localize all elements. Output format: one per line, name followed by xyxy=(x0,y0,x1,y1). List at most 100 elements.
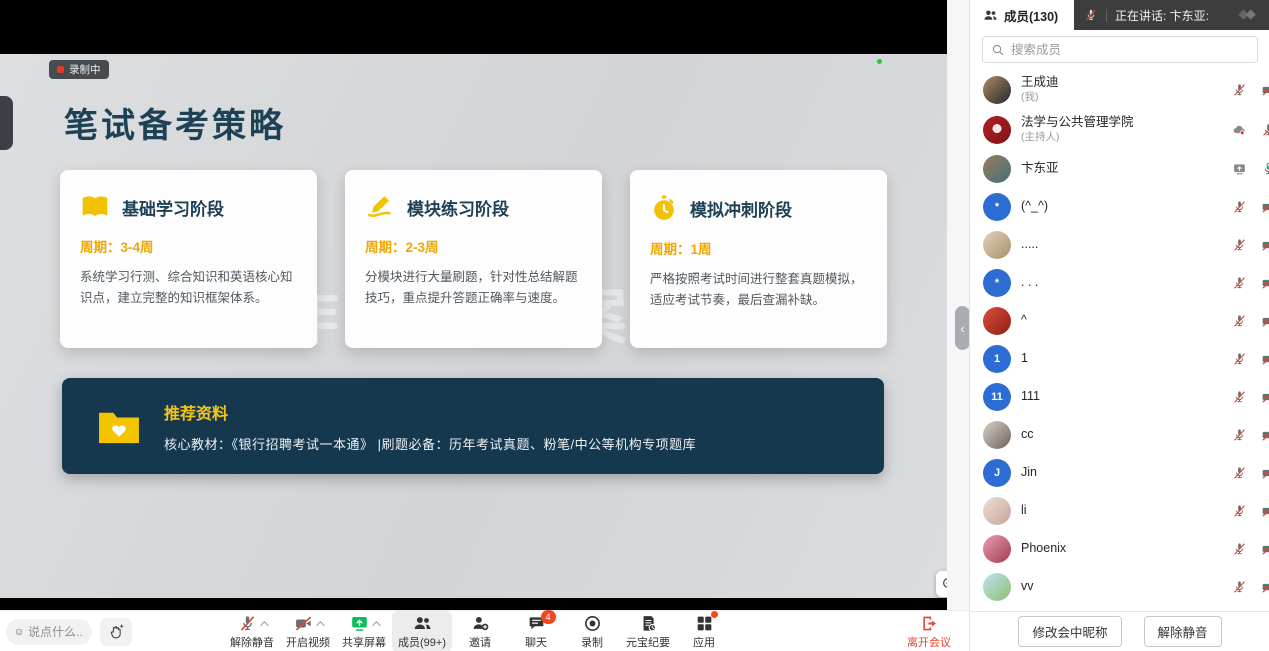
member-row[interactable]: * (^_^) xyxy=(970,188,1269,226)
avatar xyxy=(983,231,1011,259)
toolbar-item-chat[interactable]: 4聊天 xyxy=(508,611,564,651)
toolbar-item-label: 解除静音 xyxy=(230,634,274,650)
unread-badge: 4 xyxy=(541,610,556,624)
mic-muted-icon xyxy=(238,614,257,633)
mic-muted-icon xyxy=(1232,238,1247,253)
member-row[interactable]: 卞东亚 xyxy=(970,150,1269,188)
member-row[interactable]: 11111 xyxy=(970,378,1269,416)
avatar xyxy=(983,116,1011,144)
member-row[interactable]: ^ xyxy=(970,302,1269,340)
member-row[interactable]: 王成迪(我) xyxy=(970,70,1269,110)
avatar xyxy=(983,421,1011,449)
card-title: 模拟冲刺阶段 xyxy=(690,196,792,221)
avatar xyxy=(983,155,1011,183)
recommended-materials-banner: 推荐资料 核心教材：《银行招聘考试一本通》 |刷题必备：历年考试真题、粉笔/中公… xyxy=(62,378,884,474)
card-title: 基础学习阶段 xyxy=(122,195,224,220)
change-nickname-button[interactable]: 修改会中昵称 xyxy=(1018,616,1121,647)
stopwatch-icon xyxy=(650,194,678,222)
meeting-toolbar: 解除静音开启视频共享屏幕成员(99+) 邀请 4聊天录制元宝纪要应用离开会议 xyxy=(0,610,969,651)
avatar: 1 xyxy=(983,345,1011,373)
toolbar-item-screen-share[interactable]: 共享屏幕 xyxy=(336,611,392,651)
camera-muted-icon xyxy=(1261,466,1269,481)
members-icon xyxy=(413,614,432,633)
toolbar-item-label: 邀请 xyxy=(469,634,491,650)
member-row[interactable]: cc xyxy=(970,416,1269,454)
toolbar-items: 解除静音开启视频共享屏幕成员(99+) 邀请 4聊天录制元宝纪要应用离开会议 xyxy=(224,611,969,651)
message-input[interactable] xyxy=(28,625,83,639)
member-status-icons xyxy=(1232,504,1269,519)
search-icon xyxy=(991,43,1005,57)
caret-up-icon[interactable] xyxy=(316,621,324,629)
camera-muted-icon xyxy=(1261,83,1269,98)
member-name: (^_^) xyxy=(1021,199,1048,215)
toolbar-item-record[interactable]: 录制 xyxy=(564,611,620,651)
toolbar-item-invite[interactable]: 邀请 xyxy=(452,611,508,651)
caret-up-icon[interactable] xyxy=(260,621,268,629)
quick-message-box[interactable] xyxy=(6,619,92,645)
camera-muted-icon xyxy=(1261,276,1269,291)
member-name: cc xyxy=(1021,427,1034,443)
leave-icon xyxy=(920,614,939,633)
speaking-text: 正在讲话: 卞东亚: xyxy=(1115,7,1229,24)
screen-share-region: 工作服务方案 录制中 笔试备考策略 基础学习阶段 周期：3-4周 系统学习行测、… xyxy=(0,0,947,610)
people-icon xyxy=(983,8,998,23)
member-row[interactable]: JJin xyxy=(970,454,1269,492)
avatar-initial: * xyxy=(995,277,999,289)
hand-raise-icon xyxy=(108,624,125,641)
avatar-initial: 1 xyxy=(994,353,1000,365)
panel-gap: ‹ xyxy=(947,0,969,610)
apps-icon xyxy=(695,614,714,633)
caret-up-icon[interactable] xyxy=(372,621,380,629)
toolbar-item-leave[interactable]: 离开会议 xyxy=(901,611,957,651)
member-row[interactable]: ..... xyxy=(970,226,1269,264)
tab-members[interactable]: 成员(130) xyxy=(970,0,1074,30)
member-name: li xyxy=(1021,503,1027,519)
card-title: 模块练习阶段 xyxy=(407,195,509,220)
avatar: J xyxy=(983,459,1011,487)
toolbar-item-mic-muted[interactable]: 解除静音 xyxy=(224,611,280,651)
divider xyxy=(1106,9,1107,22)
green-indicator-dot xyxy=(877,59,882,64)
member-list[interactable]: 王成迪(我)法学与公共管理学院(主持人)卞东亚 * (^_^).....*. . .… xyxy=(970,70,1269,611)
member-row[interactable]: 11 xyxy=(970,340,1269,378)
toolbar-item-label: 元宝纪要 xyxy=(626,634,670,650)
cloud-record-icon xyxy=(1232,123,1247,138)
member-search-box[interactable] xyxy=(982,36,1258,63)
mic-muted-icon xyxy=(1232,580,1247,595)
smiley-icon[interactable] xyxy=(15,625,23,639)
mic-muted-icon xyxy=(1232,390,1247,405)
notes-icon xyxy=(639,614,658,633)
toolbar-item-label: 离开会议 xyxy=(907,634,951,650)
member-row[interactable]: 法学与公共管理学院(主持人) xyxy=(970,110,1269,150)
camera-muted-icon xyxy=(1261,580,1269,595)
mic-muted-icon xyxy=(1232,314,1247,329)
collapse-panel-handle[interactable]: ‹ xyxy=(955,306,970,350)
avatar: 11 xyxy=(983,383,1011,411)
mic-muted-icon xyxy=(1232,542,1247,557)
toolbar-item-members[interactable]: 成员(99+) xyxy=(392,611,452,651)
member-row[interactable]: *. . . xyxy=(970,264,1269,302)
member-name: 1 xyxy=(1021,351,1028,367)
unmute-button[interactable]: 解除静音 xyxy=(1144,616,1222,647)
toolbar-item-notes[interactable]: 元宝纪要 xyxy=(620,611,676,651)
mic-muted-icon xyxy=(1232,276,1247,291)
toolbar-item-camera-muted[interactable]: 开启视频 xyxy=(280,611,336,651)
member-row[interactable]: Phoenix xyxy=(970,530,1269,568)
camera-muted-icon xyxy=(1261,390,1269,405)
member-name: 111 xyxy=(1021,389,1040,405)
camera-muted-icon xyxy=(1261,428,1269,443)
toolbar-item-apps[interactable]: 应用 xyxy=(676,611,732,651)
raise-hand-button[interactable] xyxy=(100,618,132,646)
search-members-input[interactable] xyxy=(1011,43,1249,57)
screen-sharing-icon xyxy=(1232,162,1247,177)
member-row[interactable]: li xyxy=(970,492,1269,530)
shared-slide: 工作服务方案 录制中 笔试备考策略 基础学习阶段 周期：3-4周 系统学习行测、… xyxy=(0,54,947,598)
member-status-icons xyxy=(1232,123,1269,138)
avatar: * xyxy=(983,193,1011,221)
camera-muted-icon xyxy=(1261,542,1269,557)
pencil-icon xyxy=(365,194,395,220)
member-row[interactable]: vv xyxy=(970,568,1269,606)
member-status-icons xyxy=(1232,542,1269,557)
left-panel-handle[interactable] xyxy=(0,96,13,150)
member-status-icons xyxy=(1232,238,1269,253)
